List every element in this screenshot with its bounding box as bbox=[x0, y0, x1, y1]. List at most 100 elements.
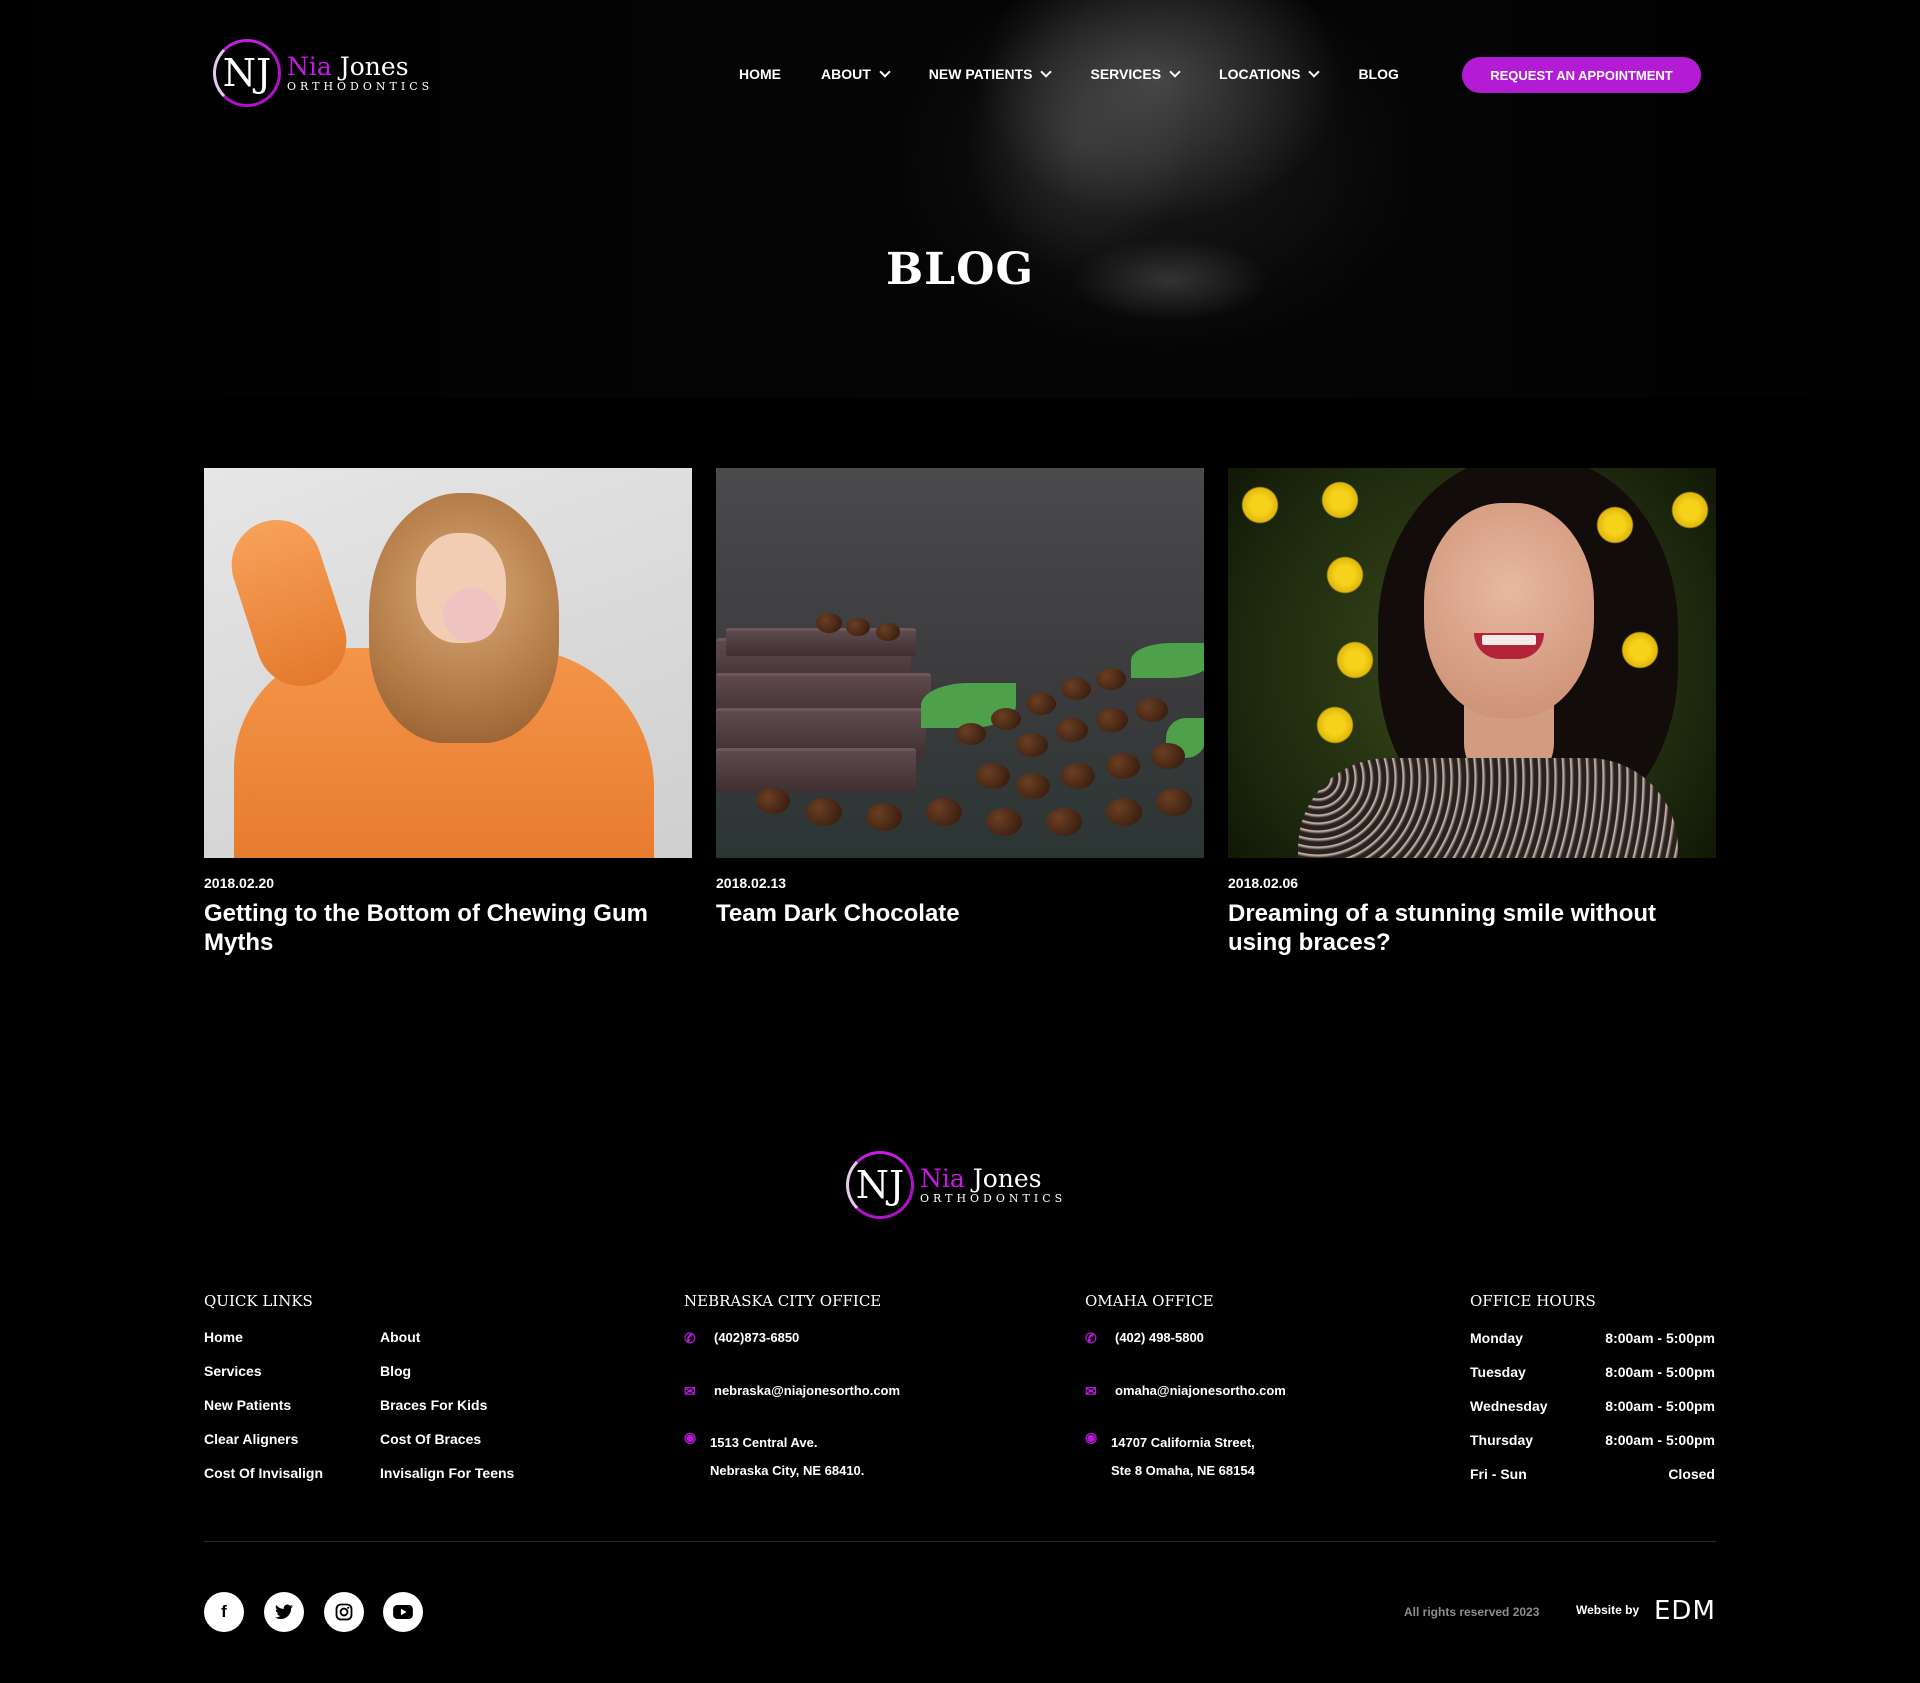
omaha-address-line-1: 14707 California Street, bbox=[1111, 1435, 1255, 1450]
photo-shape bbox=[1313, 703, 1357, 747]
omaha-email: omaha@niajonesortho.com bbox=[1115, 1383, 1286, 1398]
facebook-icon[interactable]: f bbox=[204, 1592, 244, 1632]
mail-icon: ✉ bbox=[684, 1383, 696, 1399]
hours-day: Monday bbox=[1470, 1330, 1523, 1346]
nav-item-blog[interactable]: BLOG bbox=[1358, 66, 1398, 82]
instagram-icon[interactable] bbox=[324, 1592, 364, 1632]
photo-shape bbox=[716, 748, 916, 793]
blog-card-date: 2018.02.20 bbox=[204, 875, 275, 891]
twitter-icon[interactable] bbox=[264, 1592, 304, 1632]
nebraska-email-link[interactable]: ✉ nebraska@niajonesortho.com bbox=[684, 1383, 900, 1399]
photo-shape bbox=[1131, 643, 1204, 678]
nav-item-new-patients[interactable]: NEW PATIENTS bbox=[928, 66, 1053, 82]
nebraska-phone-link[interactable]: ✆ (402)873-6850 bbox=[684, 1330, 900, 1346]
omaha-phone-link[interactable]: ✆ (402) 498-5800 bbox=[1085, 1330, 1286, 1346]
logo-first-name: Nia bbox=[920, 1164, 965, 1193]
photo-shape bbox=[1318, 478, 1362, 522]
nav-item-home[interactable]: HOME bbox=[739, 66, 781, 82]
omaha-email-link[interactable]: ✉ omaha@niajonesortho.com bbox=[1085, 1383, 1286, 1399]
header-logo[interactable]: NJ Nia Jones ORTHODONTICS bbox=[213, 39, 433, 107]
hours-row: Tuesday 8:00am - 5:00pm bbox=[1470, 1364, 1715, 1398]
logo-first-name: Nia bbox=[287, 52, 332, 81]
request-appointment-button[interactable]: REQUEST AN APPOINTMENT bbox=[1462, 57, 1701, 93]
chevron-down-icon bbox=[1169, 66, 1181, 78]
nav-item-services[interactable]: SERVICES bbox=[1090, 66, 1181, 82]
photo-shape bbox=[1096, 668, 1126, 690]
photo-shape bbox=[1238, 483, 1282, 527]
blog-card[interactable]: 2018.02.20 Getting to the Bottom of Chew… bbox=[204, 468, 692, 957]
footer-link[interactable]: Cost Of Braces bbox=[380, 1431, 514, 1465]
quick-links-heading: QUICK LINKS bbox=[204, 1292, 313, 1310]
photo-shape bbox=[1016, 733, 1048, 757]
photo-shape bbox=[926, 798, 962, 826]
blog-card-title[interactable]: Getting to the Bottom of Chewing Gum Myt… bbox=[204, 899, 692, 957]
main-nav: HOME ABOUT NEW PATIENTS SERVICES LOCATIO… bbox=[739, 66, 1439, 82]
nav-label: SERVICES bbox=[1090, 66, 1162, 82]
photo-shape bbox=[1056, 718, 1088, 742]
nebraska-office: NEBRASKA CITY OFFICE ✆ (402)873-6850 ✉ n… bbox=[684, 1292, 900, 1485]
agency-logo[interactable]: EDM bbox=[1654, 1596, 1716, 1626]
blog-card-image[interactable] bbox=[716, 468, 1204, 858]
nav-label: ABOUT bbox=[821, 66, 871, 82]
footer-link[interactable]: Braces For Kids bbox=[380, 1397, 514, 1431]
footer-link[interactable]: New Patients bbox=[204, 1397, 323, 1431]
photo-shape bbox=[976, 763, 1010, 789]
logo-monogram: NJ bbox=[213, 39, 281, 107]
blog-card[interactable]: 2018.02.13 Team Dark Chocolate bbox=[716, 468, 1204, 928]
hours-row: Monday 8:00am - 5:00pm bbox=[1470, 1330, 1715, 1364]
logo-subtitle: ORTHODONTICS bbox=[287, 80, 434, 93]
photo-shape bbox=[1046, 808, 1082, 836]
map-pin-icon: ◉ bbox=[1085, 1429, 1098, 1445]
nav-label: NEW PATIENTS bbox=[928, 66, 1033, 82]
hours-day: Tuesday bbox=[1470, 1364, 1526, 1380]
footer-link[interactable]: Blog bbox=[380, 1363, 514, 1397]
blog-card[interactable]: 2018.02.06 Dreaming of a stunning smile … bbox=[1228, 468, 1716, 957]
blog-card-title[interactable]: Team Dark Chocolate bbox=[716, 899, 1204, 928]
hours-day: Thursday bbox=[1470, 1432, 1534, 1448]
youtube-icon[interactable] bbox=[383, 1592, 423, 1632]
photo-shape bbox=[866, 803, 902, 831]
omaha-phone: (402) 498-5800 bbox=[1115, 1330, 1204, 1345]
hours-time: 8:00am - 5:00pm bbox=[1605, 1330, 1715, 1346]
blog-card-date: 2018.02.13 bbox=[716, 875, 787, 891]
omaha-address-line-2: Ste 8 Omaha, NE 68154 bbox=[1111, 1463, 1255, 1478]
footer-link[interactable]: Services bbox=[204, 1363, 323, 1397]
hours-row: Thursday 8:00am - 5:00pm bbox=[1470, 1432, 1715, 1466]
footer-link[interactable]: About bbox=[380, 1329, 514, 1363]
blog-card-title[interactable]: Dreaming of a stunning smile without usi… bbox=[1228, 899, 1716, 957]
photo-shape bbox=[1668, 488, 1712, 532]
footer-logo[interactable]: NJ Nia Jones ORTHODONTICS bbox=[846, 1151, 1066, 1219]
mail-icon: ✉ bbox=[1085, 1383, 1097, 1399]
nebraska-office-heading: NEBRASKA CITY OFFICE bbox=[684, 1292, 882, 1310]
website-by-label: Website by bbox=[1576, 1603, 1640, 1617]
nav-item-locations[interactable]: LOCATIONS bbox=[1219, 66, 1321, 82]
photo-shape bbox=[1593, 503, 1637, 547]
footer-link[interactable]: Cost Of Invisalign bbox=[204, 1465, 323, 1499]
nebraska-email: nebraska@niajonesortho.com bbox=[714, 1383, 901, 1398]
copyright-text: All rights reserved 2023 bbox=[1404, 1605, 1540, 1619]
footer-link[interactable]: Home bbox=[204, 1329, 323, 1363]
nav-item-about[interactable]: ABOUT bbox=[821, 66, 891, 82]
hours-time: 8:00am - 5:00pm bbox=[1605, 1364, 1715, 1380]
photo-shape bbox=[806, 798, 842, 826]
logo-subtitle: ORTHODONTICS bbox=[920, 1192, 1067, 1205]
nebraska-address-line-1: 1513 Central Ave. bbox=[710, 1435, 818, 1450]
photo-shape bbox=[1298, 758, 1678, 858]
footer-link[interactable]: Clear Aligners bbox=[204, 1431, 323, 1465]
quick-links-col-1: Home Services New Patients Clear Aligner… bbox=[204, 1329, 323, 1499]
map-pin-icon: ◉ bbox=[684, 1429, 697, 1445]
photo-shape bbox=[756, 788, 790, 814]
quick-links-heading-wrap: QUICK LINKS bbox=[204, 1292, 313, 1310]
page-title: BLOG bbox=[885, 244, 1035, 295]
omaha-address: ◉ 14707 California Street, Ste 8 Omaha, … bbox=[1085, 1429, 1286, 1485]
photo-shape bbox=[846, 618, 870, 636]
hours-time: 8:00am - 5:00pm bbox=[1605, 1432, 1715, 1448]
nav-label: BLOG bbox=[1358, 66, 1399, 82]
footer-link[interactable]: Invisalign For Teens bbox=[380, 1465, 514, 1499]
footer-divider bbox=[204, 1541, 1716, 1542]
photo-shape bbox=[1026, 693, 1056, 715]
blog-card-image[interactable] bbox=[1228, 468, 1716, 858]
blog-card-image[interactable] bbox=[204, 468, 692, 858]
logo-last-name: Jones bbox=[972, 1164, 1042, 1193]
phone-icon: ✆ bbox=[684, 1330, 696, 1346]
